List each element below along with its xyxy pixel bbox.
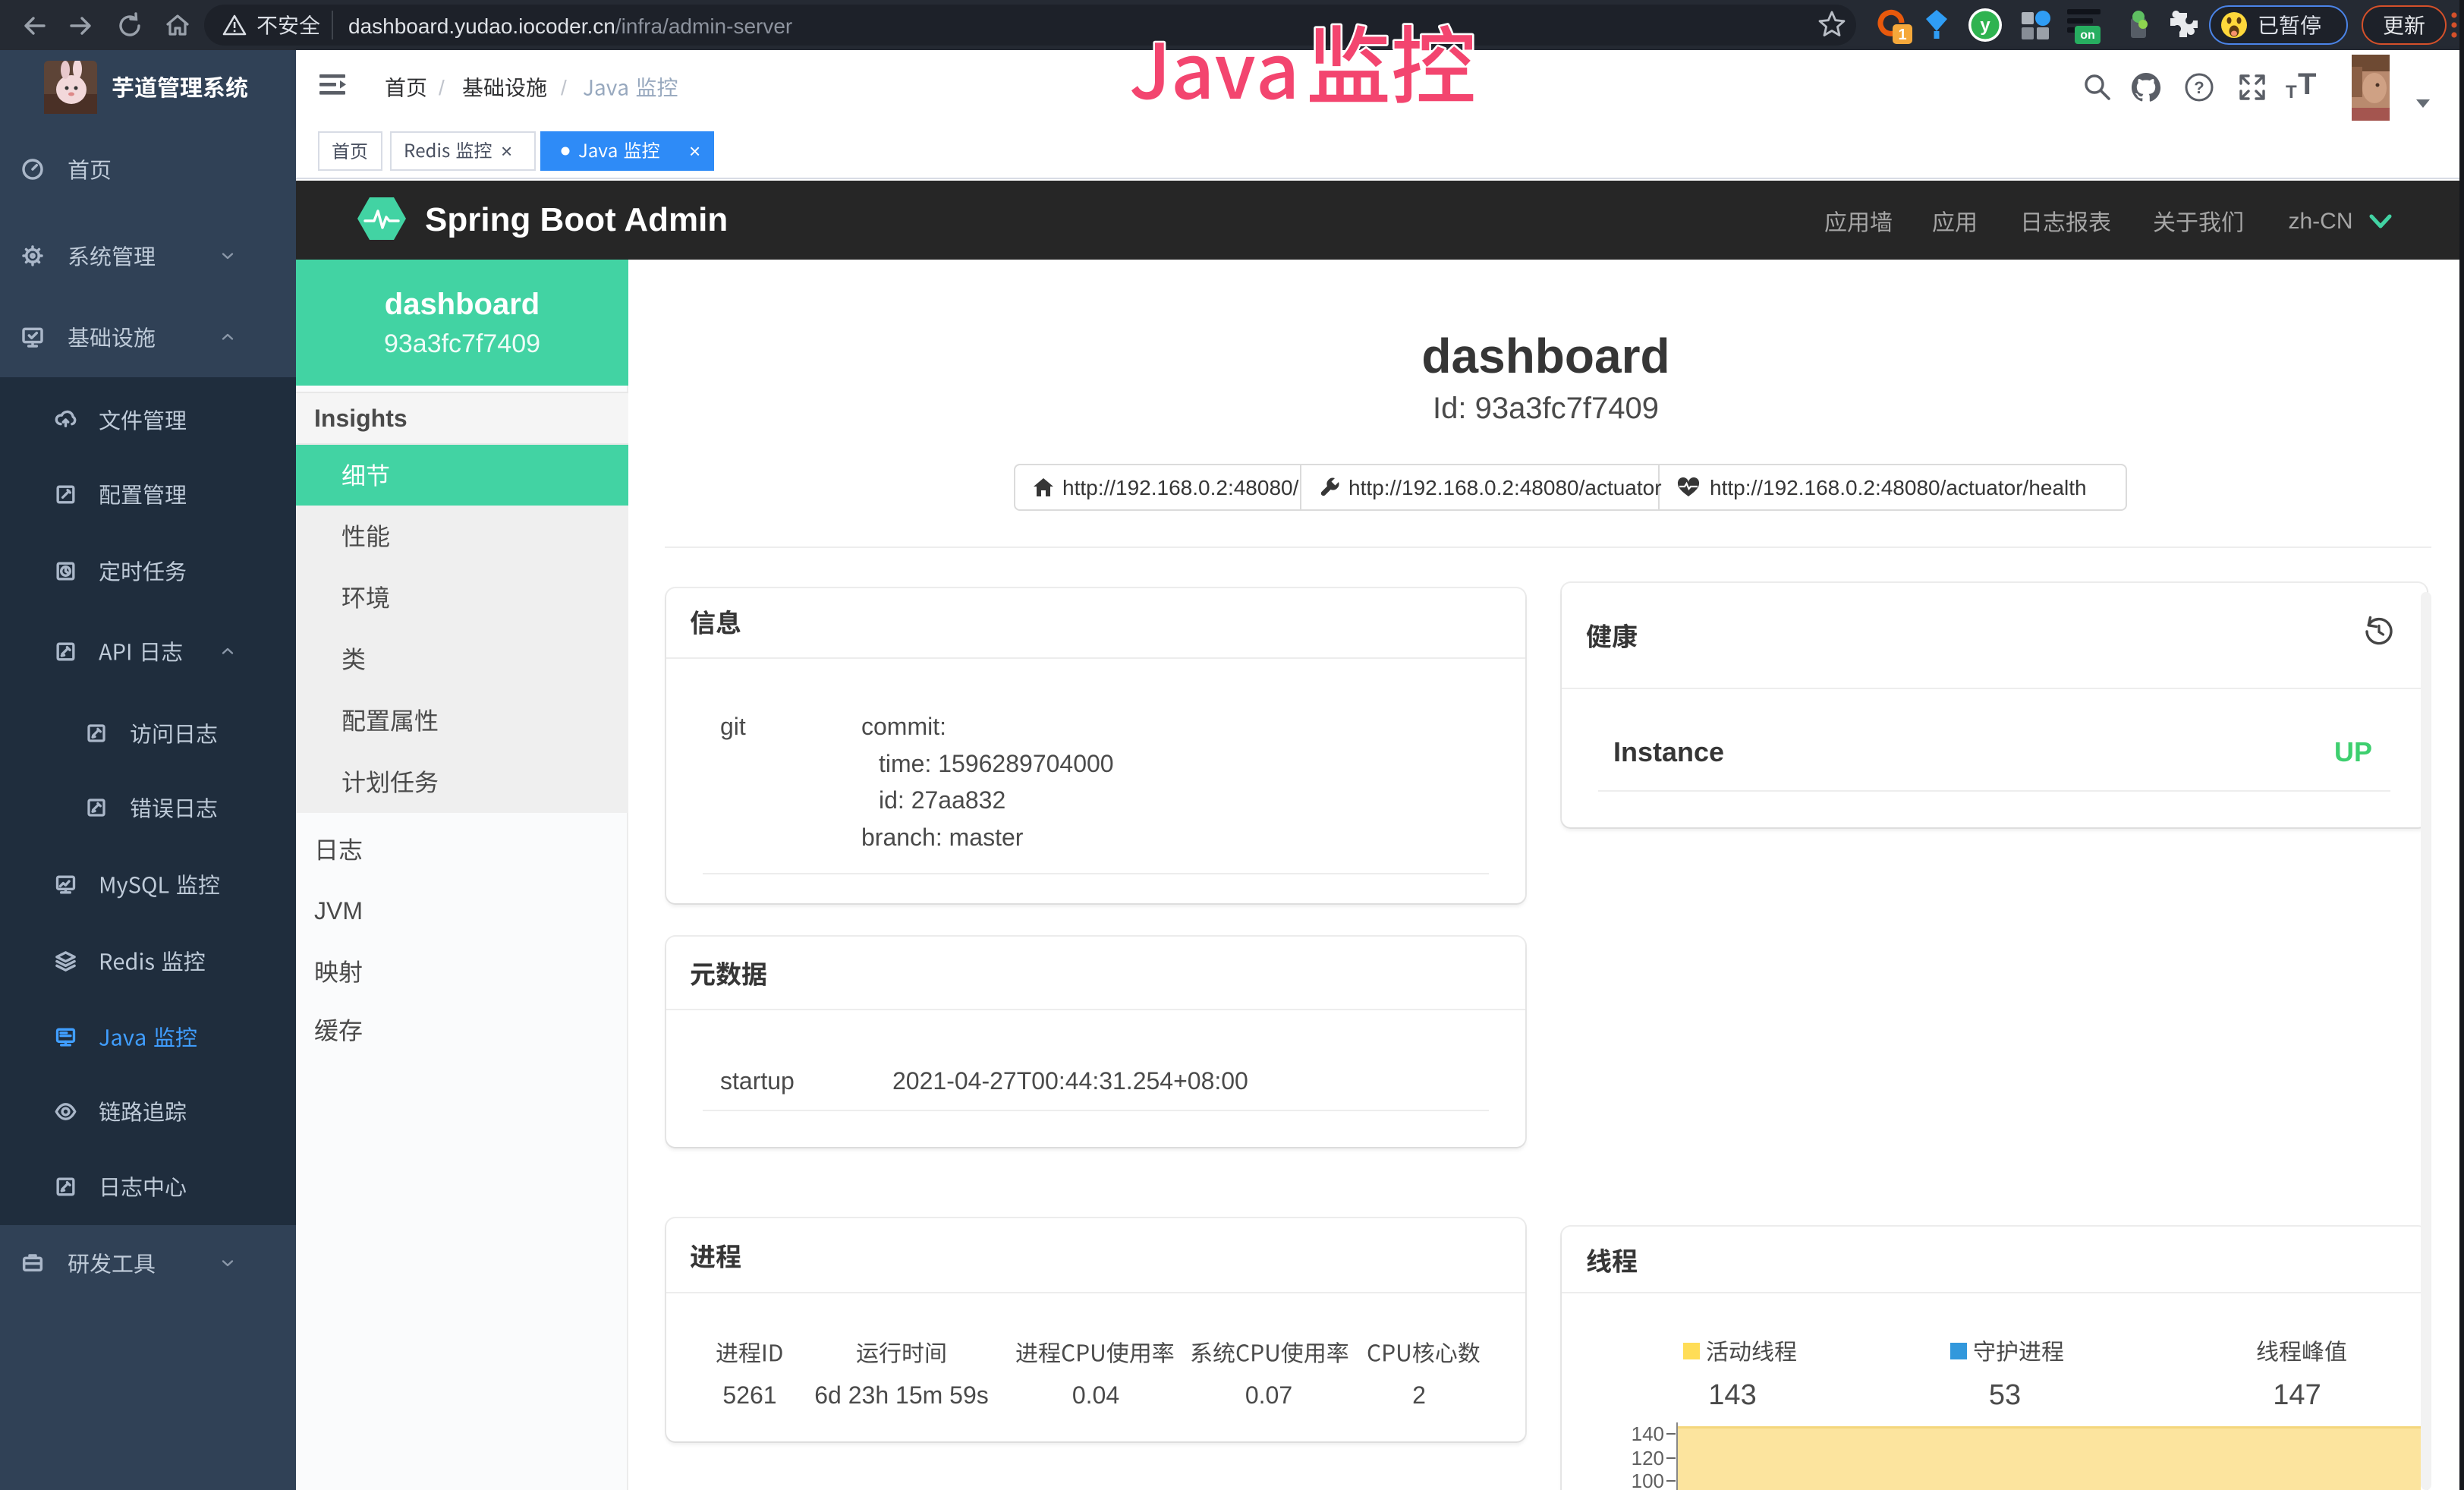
svg-text:on: on (2080, 29, 2095, 42)
svg-text:?: ? (2194, 78, 2204, 97)
svg-text:1: 1 (1898, 27, 1906, 43)
svg-text:y: y (1980, 15, 1990, 36)
